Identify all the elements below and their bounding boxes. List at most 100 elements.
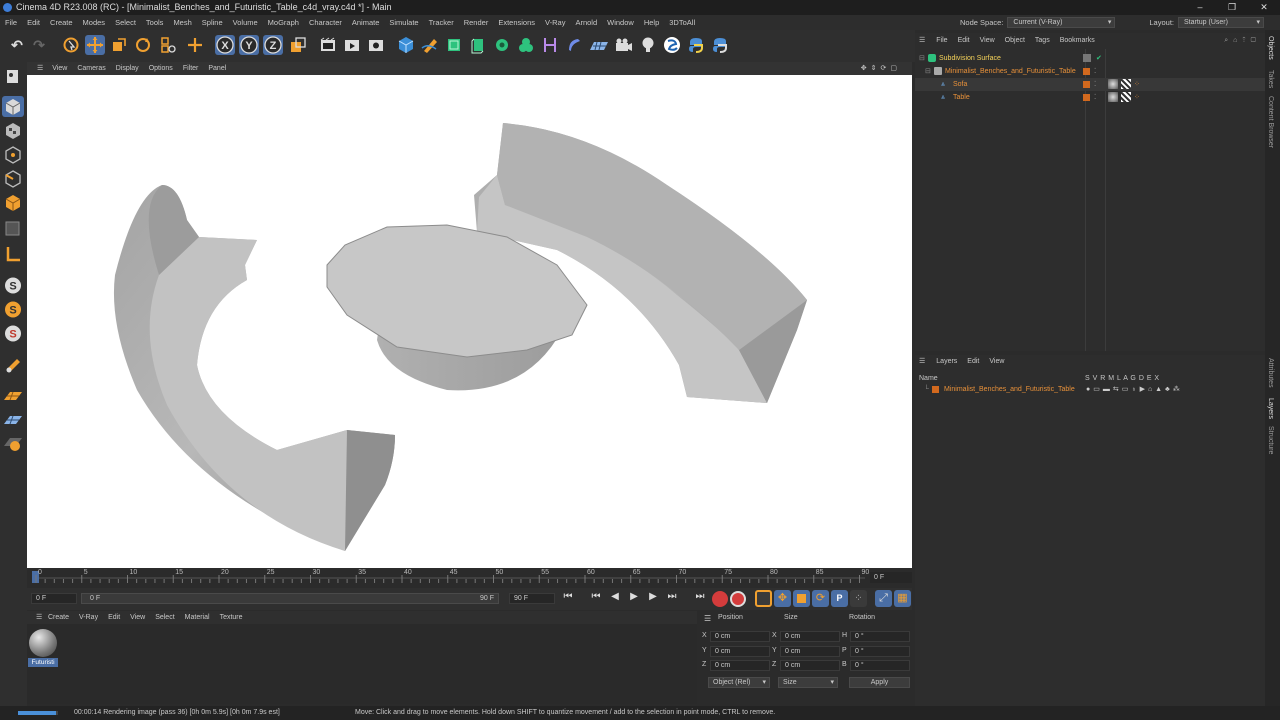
material-menu-vray[interactable]: V-Ray [74,611,103,624]
close-button[interactable]: ✕ [1248,0,1280,15]
tab-objects[interactable]: Objects [1267,36,1274,60]
next-key-icon[interactable]: ⏭ [664,591,680,602]
start-frame-field[interactable]: 0 F [31,593,77,604]
pos-z-field[interactable]: 0 cm [710,660,770,671]
uv-mode-icon[interactable] [2,218,24,239]
apply-button[interactable]: Apply [849,677,910,688]
material-panel-icon[interactable]: ☰ [31,611,47,624]
tab-layers[interactable]: Layers [1267,398,1274,419]
menu-window[interactable]: Window [602,15,639,30]
end-frame-field[interactable]: 90 F [509,593,555,604]
menu-animate[interactable]: Animate [347,15,385,30]
menu-select[interactable]: Select [110,15,141,30]
go-to-end-icon[interactable]: ⏭ [692,591,708,602]
minimize-button[interactable]: – [1184,0,1216,15]
make-editable-icon[interactable] [2,66,24,87]
material-tag-icon[interactable] [1108,92,1118,102]
mograph-effector-icon[interactable] [516,35,536,55]
menu-edit[interactable]: Edit [22,15,45,30]
viewport-menu-filter[interactable]: Filter [178,62,204,75]
menu-create[interactable]: Create [45,15,78,30]
layer-row[interactable]: └ Minimalist_Benches_and_Futuristic_Tabl… [915,384,1265,395]
live-select-icon[interactable] [61,35,81,55]
previous-frame-icon[interactable]: ◀ [607,591,623,602]
3d-viewport[interactable] [27,75,912,568]
viewport-menu-display[interactable]: Display [111,62,144,75]
layer-panel-icon[interactable]: ☰ [919,355,931,369]
object-row-subdivision[interactable]: ⊟ Subdivision Surface ✔ [915,52,1265,65]
material-menu-texture[interactable]: Texture [215,611,248,624]
menu-tracker[interactable]: Tracker [424,15,459,30]
viewport-menu-panel[interactable]: Panel [203,62,231,75]
menu-vray[interactable]: V-Ray [540,15,570,30]
object-row-group[interactable]: ⊟ Minimalist_Benches_and_Futuristic_Tabl… [915,65,1265,78]
tab-structure[interactable]: Structure [1267,426,1274,454]
cloner-icon[interactable] [492,35,512,55]
rot-h-field[interactable]: 0 ° [850,631,910,642]
tab-content-browser[interactable]: Content Browser [1267,96,1274,148]
y-axis-lock-icon[interactable]: Y [239,35,259,55]
render-to-picture-viewer-icon[interactable] [342,35,362,55]
subdivision-surface-icon[interactable] [444,35,464,55]
menu-simulate[interactable]: Simulate [384,15,423,30]
size-z-field[interactable]: 0 cm [780,660,840,671]
viewport-menu-options[interactable]: Options [144,62,178,75]
layer-color-swatch[interactable] [1083,81,1090,88]
object-menu-view[interactable]: View [975,33,1000,49]
rotate-tool-icon[interactable] [133,35,153,55]
previous-key-icon[interactable]: ⏮ [588,591,604,602]
layer-menu-edit[interactable]: Edit [962,355,984,369]
layer-flag-icons[interactable]: ●▭▬⇆▭♁▶⌂▲♣⁂ [1086,384,1183,395]
record-keys-icon[interactable] [712,591,728,607]
layer-color-swatch[interactable] [932,386,939,393]
object-panel-icon[interactable]: ☰ [919,33,931,49]
object-menu-bookmarks[interactable]: Bookmarks [1055,33,1100,49]
play-icon[interactable]: ▶ [626,591,642,602]
pen-spline-icon[interactable] [420,35,440,55]
menu-extensions[interactable]: Extensions [493,15,540,30]
menu-volume[interactable]: Volume [228,15,263,30]
material-menu-select[interactable]: Select [150,611,179,624]
menu-tools[interactable]: Tools [141,15,169,30]
object-menu-tags[interactable]: Tags [1030,33,1055,49]
cube-icon[interactable] [396,35,416,55]
deformer-icon[interactable] [540,35,560,55]
pos-x-field[interactable]: 0 cm [710,631,770,642]
object-menu-file[interactable]: File [931,33,952,49]
recent-tools-icon[interactable] [158,35,178,55]
size-mode-select[interactable]: Size [778,677,838,688]
layer-color-swatch[interactable] [1083,94,1090,101]
menu-3dtoall[interactable]: 3DToAll [664,15,700,30]
point-mode-icon[interactable] [2,144,24,165]
keyframe-selection-icon[interactable] [755,590,772,607]
object-row-sofa[interactable]: ⩓ Sofa ⁚ ⁘ [915,78,1265,91]
material-menu-edit[interactable]: Edit [103,611,125,624]
render-settings-icon[interactable] [366,35,386,55]
edge-mode-icon[interactable] [2,168,24,189]
coordinate-mode-select[interactable]: Object (Rel) [708,677,770,688]
key-pla-icon[interactable]: ⁘ [850,590,867,607]
polygon-mode-icon[interactable] [2,192,24,213]
material-menu-view[interactable]: View [125,611,150,624]
size-y-field[interactable]: 0 cm [780,646,840,657]
timeline-ruler[interactable]: 0 5 10 15 20 25 30 35 40 45 50 55 60 65 70 75 80 85 90 0 F [27,569,912,586]
axis-mode-icon[interactable] [2,244,24,265]
pos-y-field[interactable]: 0 cm [710,646,770,657]
material-tag-icon[interactable] [1108,79,1118,89]
menu-arnold[interactable]: Arnold [570,15,602,30]
tab-attributes[interactable]: Attributes [1267,358,1274,388]
layer-color-swatch[interactable] [1083,68,1090,75]
coordinates-panel-icon[interactable]: ☰ [704,614,711,623]
python-script-icon[interactable] [686,35,706,55]
viewport-menu-view[interactable]: View [47,62,72,75]
go-to-start-icon[interactable]: ⏮ [560,591,576,602]
editor-visibility-icon[interactable] [1083,54,1091,62]
light-icon[interactable] [638,35,658,55]
locked-workplane-icon[interactable] [2,432,24,453]
workplane-icon[interactable] [2,354,24,375]
python-plugin-icon[interactable] [710,35,730,55]
enabled-check-icon[interactable]: ✔ [1096,52,1102,65]
menu-modes[interactable]: Modes [78,15,111,30]
rot-p-field[interactable]: 0 ° [850,646,910,657]
menu-file[interactable]: File [0,15,22,30]
